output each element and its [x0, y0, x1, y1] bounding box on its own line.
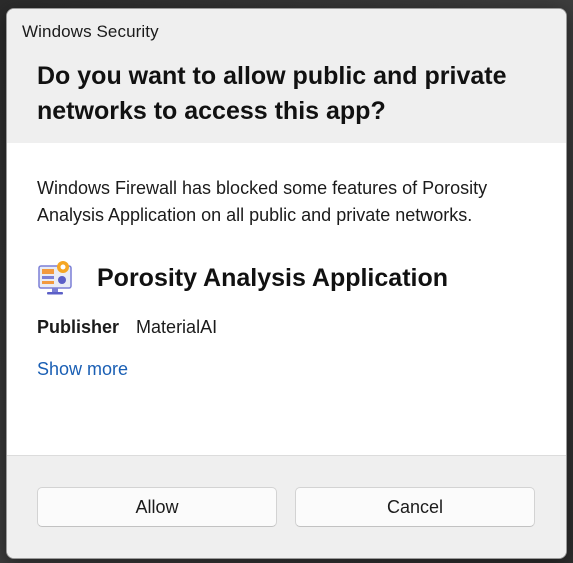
dialog-message: Windows Firewall has blocked some featur… — [37, 178, 488, 225]
app-info-row: Porosity Analysis Application — [37, 257, 448, 299]
allow-button[interactable]: Allow — [37, 487, 277, 527]
publisher-row: Publisher MaterialAI — [37, 317, 217, 338]
app-monitor-icon — [38, 261, 72, 295]
dialog-footer: Allow Cancel — [7, 455, 566, 558]
dialog-question: Do you want to allow public and private … — [37, 62, 507, 125]
app-name: Porosity Analysis Application — [97, 263, 449, 292]
publisher-value: MaterialAI — [136, 317, 218, 337]
publisher-label: Publisher — [37, 317, 120, 337]
show-more-link[interactable]: Show more — [37, 359, 128, 380]
windows-security-dialog: Windows Security Do you want to allow pu… — [6, 8, 567, 559]
window-title: Windows Security — [22, 22, 159, 41]
cancel-button[interactable]: Cancel — [295, 487, 535, 527]
dialog-header: Windows Security Do you want to allow pu… — [7, 9, 566, 143]
